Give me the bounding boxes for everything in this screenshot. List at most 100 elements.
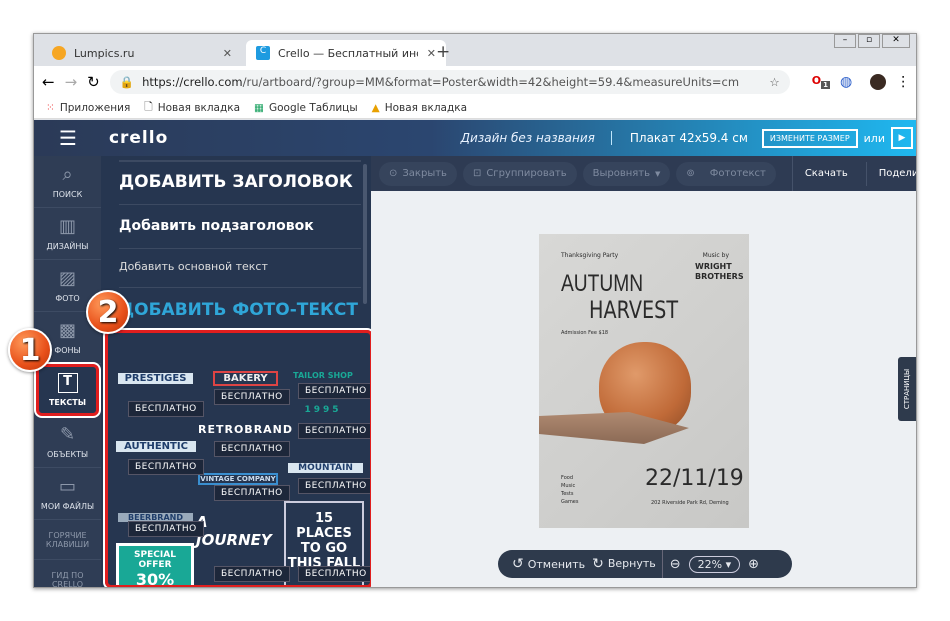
sidebar-item-search[interactable]: ⌕ ПОИСК [34, 156, 101, 208]
redo-button[interactable]: Вернуть [608, 550, 663, 578]
pages-tab[interactable]: СТРАНИЦЫ [898, 357, 916, 421]
template-retrobrand[interactable]: RETROBRAND [198, 423, 292, 436]
panel-scrollbar[interactable] [363, 164, 367, 304]
sidebar-item-my-files[interactable]: ▭ МОИ ФАЙЛЫ [34, 468, 101, 520]
tab-crello[interactable]: C Crello — Бесплатный инструмен ✕ [246, 40, 446, 66]
tab-lumpics[interactable]: Lumpics.ru ✕ [42, 40, 242, 66]
callout-number: 1 [19, 332, 41, 368]
canvas-area: Thanksgiving Party Music by WRIGHT BROTH… [371, 191, 916, 587]
minimize-button[interactable]: – [834, 34, 856, 48]
template-special-offer[interactable]: SPECIAL OFFER 30% [116, 543, 194, 588]
undo-icon[interactable]: ↺ [512, 556, 524, 572]
special-offer-label: SPECIAL OFFER [134, 550, 176, 570]
url-input[interactable]: 🔒 https://crello.com/ru/artboard/?group=… [109, 69, 790, 94]
sidebar-item-label: ПОИСК [52, 190, 83, 199]
template-1995[interactable]: 1995 [288, 405, 358, 415]
image-icon: ▲ [371, 101, 380, 114]
bookmark-label: Приложения [59, 101, 131, 114]
poster-list-item: Tests [561, 491, 574, 497]
lock-button[interactable]: ⊙ Закрыть [379, 161, 457, 186]
poster-list-item: Games [561, 499, 579, 505]
reload-icon[interactable]: ↻ [87, 73, 100, 91]
bookmark-new-tab[interactable]: 🗋 Новая вкладка [144, 99, 240, 117]
menu-icon[interactable]: ⋮ [896, 74, 910, 90]
sidebar-item-label: ФОТО [55, 294, 80, 303]
forward-icon[interactable]: → [65, 73, 78, 91]
free-badge: БЕСПЛАТНО [128, 401, 204, 417]
download-button[interactable]: Скачать [791, 156, 860, 191]
align-dropdown[interactable]: Выровнять ▼ [582, 161, 671, 186]
align-label: Выровнять [592, 168, 651, 179]
template-mountain[interactable]: MOUNTAIN [288, 463, 363, 473]
crello-logo[interactable]: crello [109, 128, 168, 148]
template-authentic[interactable]: AUTHENTIC [116, 441, 196, 452]
lumpics-favicon [52, 46, 66, 60]
or-label: или [863, 131, 885, 145]
url-host: https://crello.com [142, 74, 243, 89]
callout-number: 2 [97, 294, 119, 330]
poster-band: WRIGHT BROTHERS [695, 262, 744, 281]
left-sidebar: ⌕ ПОИСК ▥ ДИЗАЙНЫ ▨ ФОТО ▩ ФОНЫ T ТЕКСТЫ ✎ ОБЪ… [34, 156, 101, 587]
tab-label: Lumpics.ru [74, 46, 135, 60]
maximize-button[interactable]: ▫ [858, 34, 880, 48]
crello-favicon: C [256, 46, 270, 60]
zoom-dropdown[interactable]: 22% ▾ [688, 555, 741, 573]
template-tailor-shop[interactable]: TAILOR SHOP [283, 371, 363, 380]
template-vintage-company[interactable]: VINTAGE COMPANY [198, 473, 278, 485]
phototext-label: Фототекст [709, 168, 766, 179]
template-prestiges[interactable]: PRESTIGES [118, 373, 193, 384]
redo-icon[interactable]: ↻ [592, 556, 604, 572]
add-heading-button[interactable]: ДОБАВИТЬ ЗАГОЛОВОК [119, 172, 361, 205]
poster-subtitle: Thanksgiving Party [561, 252, 619, 259]
close-window-button[interactable]: ✕ [882, 34, 910, 48]
lock-label: Закрыть [402, 168, 447, 179]
add-body-text-button[interactable]: Добавить основной текст [119, 260, 361, 288]
undo-button[interactable]: Отменить [528, 558, 585, 571]
discount-label: 30% [135, 570, 175, 588]
guide-link[interactable]: ГИД ПО CRELLO [34, 560, 101, 588]
texts-panel: ДОБАВИТЬ ЗАГОЛОВОК Добавить подзаголовок… [101, 156, 373, 588]
sheets-icon: ▦ [254, 101, 264, 114]
sidebar-item-designs[interactable]: ▥ ДИЗАЙНЫ [34, 208, 101, 260]
lock-icon: ⊙ [389, 168, 398, 179]
share-button[interactable]: Поделиться [865, 161, 916, 186]
apps-icon: ⁙ [46, 101, 55, 114]
hotkeys-link[interactable]: ГОРЯЧИЕ КЛАВИШИ [34, 520, 101, 560]
search-icon: ⌕ [62, 164, 73, 185]
close-tab-icon[interactable]: ✕ [223, 47, 232, 60]
bookmark-google-sheets[interactable]: ▦ Google Таблицы [254, 102, 358, 114]
bookmark-new-tab-2[interactable]: ▲ Новая вкладка [372, 102, 467, 114]
phototext-button[interactable]: ⊚ Фототекст [676, 161, 776, 186]
back-icon[interactable]: ← [42, 73, 55, 91]
free-badge: БЕСПЛАТНО [298, 566, 370, 582]
free-badge: БЕСПЛАТНО [214, 485, 290, 501]
pages-tab-label: СТРАНИЦЫ [903, 368, 912, 410]
sidebar-item-objects[interactable]: ✎ ОБЪЕКТЫ [34, 416, 101, 468]
bookmark-apps[interactable]: ⁙ Приложения [46, 102, 130, 114]
add-subheading-button[interactable]: Добавить подзаголовок [119, 218, 361, 249]
hamburger-menu-icon[interactable]: ☰ [59, 126, 77, 150]
group-button[interactable]: ⊡ Сгруппировать [462, 161, 577, 186]
sidebar-item-label: МОИ ФАЙЛЫ [40, 502, 95, 511]
design-name[interactable]: Дизайн без названия [461, 131, 612, 145]
poster-date: 22/11/19 [645, 466, 744, 491]
page-icon: 🗋 [144, 100, 153, 113]
opera-extension-icon[interactable]: O1 [812, 74, 830, 90]
close-tab-icon[interactable]: ✕ [427, 47, 436, 60]
background-icon: ▩ [58, 320, 76, 341]
poster[interactable]: Thanksgiving Party Music by WRIGHT BROTH… [539, 234, 749, 528]
template-bakery[interactable]: BAKERY [213, 371, 278, 386]
play-button[interactable]: ▶ [891, 127, 913, 149]
profile-avatar[interactable] [870, 73, 887, 90]
add-phototext-button[interactable]: ДОБАВИТЬ ФОТО-ТЕКСТ [119, 300, 358, 320]
vpn-extension-icon[interactable]: ◍ [840, 74, 852, 90]
new-tab-button[interactable]: + [436, 42, 450, 62]
zoom-out-icon[interactable]: ⊖ [670, 557, 681, 572]
resize-button[interactable]: ИЗМЕНИТЕ РАЗМЕР [761, 128, 858, 148]
poster-music-by: Music by [702, 252, 729, 259]
star-icon[interactable]: ☆ [769, 75, 779, 89]
zoom-in-icon[interactable]: ⊕ [748, 557, 759, 572]
template-a-journey[interactable]: A JOURNEY [196, 513, 281, 549]
editor-toolbar: ⊙ Закрыть ⊡ Сгруппировать Выровнять ▼ ⊚ Фото… [371, 156, 916, 191]
sidebar-item-texts[interactable]: T ТЕКСТЫ [36, 364, 99, 416]
